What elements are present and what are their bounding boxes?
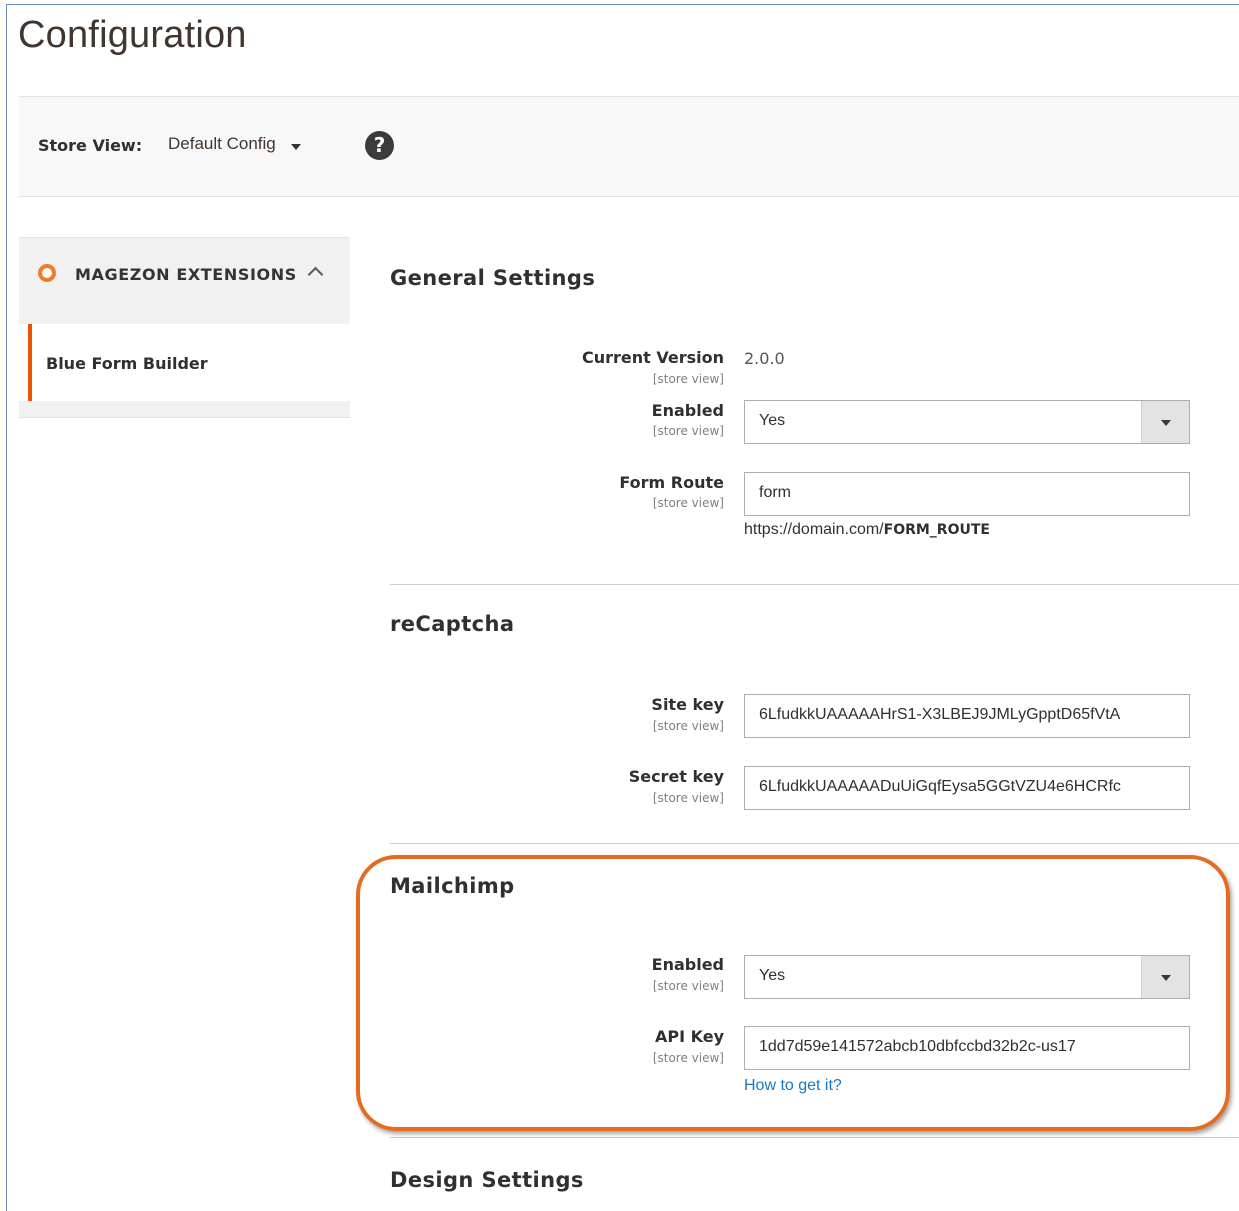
secret-key-input[interactable]: 6LfudkkUAAAAADuUiGqfEysa5GGtVZU4e6HCRfc bbox=[744, 766, 1190, 810]
store-view-label: Store View: bbox=[38, 136, 143, 155]
scope-label: [store view] bbox=[652, 424, 724, 438]
site-key-value: 6LfudkkUAAAAAHrS1-X3LBEJ9JMLyGpptD65fVtA bbox=[759, 706, 1121, 723]
current-version-value: 2.0.0 bbox=[744, 349, 785, 368]
active-indicator bbox=[28, 324, 32, 401]
store-view-switcher[interactable]: Default Config bbox=[168, 134, 276, 154]
scope-label: [store view] bbox=[652, 719, 724, 733]
form-route-value: form bbox=[759, 484, 791, 501]
page-title: Configuration bbox=[18, 14, 247, 56]
scope-label: [store view] bbox=[652, 372, 724, 386]
sidebar-section-magezon[interactable]: MAGEZON EXTENSIONS bbox=[19, 237, 350, 324]
form-route-label: Form Route bbox=[619, 473, 724, 492]
form-route-note-prefix: https://domain.com/ bbox=[744, 521, 884, 538]
site-key-label: Site key bbox=[651, 695, 724, 714]
enabled-label: Enabled bbox=[651, 401, 724, 420]
secret-key-value: 6LfudkkUAAAAADuUiGqfEysa5GGtVZU4e6HCRfc bbox=[759, 778, 1121, 795]
section-title-general[interactable]: General Settings bbox=[390, 266, 595, 290]
enabled-select-value: Yes bbox=[759, 412, 786, 429]
select-toggle[interactable] bbox=[1141, 401, 1189, 443]
sidebar-item-blue-form-builder[interactable]: Blue Form Builder bbox=[19, 324, 350, 401]
section-divider bbox=[390, 584, 1239, 585]
sidebar-section-title: MAGEZON EXTENSIONS bbox=[75, 265, 297, 284]
sidebar-item-label: Blue Form Builder bbox=[46, 354, 208, 373]
form-route-note: https://domain.com/FORM_ROUTE bbox=[744, 521, 990, 539]
help-icon[interactable]: ? bbox=[365, 131, 394, 160]
enabled-select[interactable]: Yes bbox=[744, 400, 1190, 444]
form-route-note-bold: FORM_ROUTE bbox=[883, 522, 990, 538]
store-view-bar: Store View: Default Config ? bbox=[19, 96, 1239, 197]
scope-label: [store view] bbox=[652, 791, 724, 805]
caret-down-icon[interactable] bbox=[291, 144, 301, 150]
section-title-recaptcha[interactable]: reCaptcha bbox=[390, 612, 514, 636]
mailchimp-highlight-annotation bbox=[356, 855, 1230, 1131]
current-version-label: Current Version bbox=[581, 348, 724, 367]
section-divider bbox=[390, 1137, 1239, 1138]
secret-key-label: Secret key bbox=[628, 767, 724, 786]
section-divider bbox=[390, 843, 1239, 844]
sidebar-footer bbox=[19, 401, 350, 418]
magezon-logo-icon bbox=[38, 264, 56, 282]
caret-down-icon bbox=[1161, 420, 1171, 426]
form-route-input[interactable]: form bbox=[744, 472, 1190, 516]
scope-label: [store view] bbox=[652, 496, 724, 510]
chevron-up-icon[interactable] bbox=[307, 266, 324, 283]
site-key-input[interactable]: 6LfudkkUAAAAAHrS1-X3LBEJ9JMLyGpptD65fVtA bbox=[744, 694, 1190, 738]
section-title-design[interactable]: Design Settings bbox=[390, 1168, 584, 1192]
